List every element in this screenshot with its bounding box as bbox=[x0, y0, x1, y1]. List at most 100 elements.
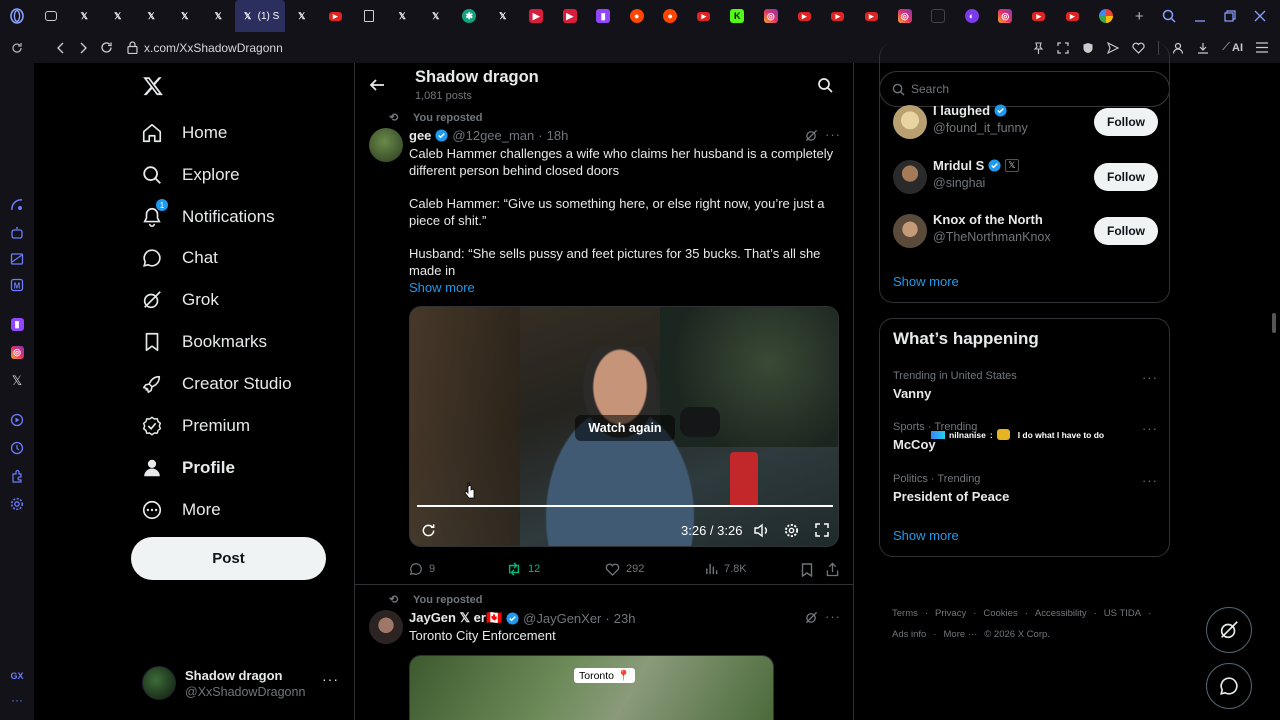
chat-fab-button[interactable] bbox=[1206, 663, 1252, 709]
back-arrow-icon[interactable] bbox=[369, 77, 385, 93]
user-handle[interactable]: @found_it_funny bbox=[933, 121, 1028, 135]
follow-button[interactable]: Follow bbox=[1094, 217, 1158, 245]
video-settings-icon[interactable] bbox=[784, 523, 799, 538]
volume-icon[interactable] bbox=[754, 523, 770, 538]
trend-item[interactable]: Trending in United States Vanny ··· bbox=[893, 370, 1158, 410]
tweet-avatar[interactable] bbox=[369, 128, 403, 162]
player-icon[interactable] bbox=[10, 413, 24, 427]
trend-item[interactable]: Politics · Trending President of Peace ·… bbox=[893, 473, 1158, 513]
tab-kick[interactable]: K bbox=[721, 0, 755, 32]
trend-more-icon[interactable]: ··· bbox=[1142, 370, 1158, 385]
nav-premium[interactable]: Premium bbox=[140, 405, 250, 447]
nav-home[interactable]: Home bbox=[140, 112, 227, 154]
tab-youtube[interactable]: ▸ bbox=[1022, 0, 1056, 32]
nav-explore[interactable]: Explore bbox=[140, 154, 240, 196]
back-icon[interactable] bbox=[56, 42, 66, 54]
grok-fab-button[interactable] bbox=[1206, 607, 1252, 653]
show-more-link[interactable]: Show more bbox=[409, 280, 839, 297]
follow-suggestion[interactable]: I laughed @found_it_funny Follow bbox=[893, 103, 1158, 143]
page-scrollbar-thumb[interactable] bbox=[1272, 313, 1276, 333]
twitch-sidebar-icon[interactable]: ▮ bbox=[10, 318, 24, 331]
tab-instagram[interactable]: ◎ bbox=[989, 0, 1023, 32]
nav-more[interactable]: More bbox=[140, 489, 221, 531]
reply-action[interactable]: 9 bbox=[409, 562, 435, 576]
author-handle[interactable]: @JayGenXer bbox=[523, 611, 601, 626]
wallpaper-icon[interactable] bbox=[10, 252, 24, 266]
tab-play[interactable]: ▶ bbox=[520, 0, 554, 32]
bookmark-action-icon[interactable] bbox=[801, 563, 813, 577]
tab-x[interactable]: 𝕏 bbox=[419, 0, 453, 32]
tab-x[interactable]: 𝕏 bbox=[168, 0, 202, 32]
tab-app[interactable]: ◐ bbox=[955, 0, 989, 32]
nav-chat[interactable]: Chat bbox=[140, 237, 218, 279]
account-switcher[interactable]: Shadow dragon @XxShadowDragonn ··· bbox=[142, 663, 342, 703]
menu-icon[interactable] bbox=[1256, 42, 1268, 53]
grok-tweet-icon[interactable] bbox=[805, 129, 818, 142]
tweet[interactable]: ⟲ You reposted JayGen 𝕏 er🇨🇦 @JayGenXer … bbox=[355, 585, 853, 720]
more-sidebar-icon[interactable]: ··· bbox=[11, 693, 23, 707]
user-handle[interactable]: @singhai bbox=[933, 176, 985, 190]
user-name[interactable]: I laughed bbox=[933, 103, 990, 118]
tab-x[interactable]: 𝕏 bbox=[285, 0, 319, 32]
forward-icon[interactable] bbox=[78, 42, 88, 54]
tab-youtube[interactable]: ▸ bbox=[788, 0, 822, 32]
trend-item[interactable]: Sports · Trending McCoy ··· bbox=[893, 421, 1158, 461]
restore-icon[interactable] bbox=[1224, 10, 1236, 22]
download-icon[interactable] bbox=[1197, 42, 1209, 54]
tab-x[interactable]: 𝕏 bbox=[486, 0, 520, 32]
trend-more-icon[interactable]: ··· bbox=[1142, 473, 1158, 488]
tab-active[interactable]: 𝕏 (1) S bbox=[235, 0, 285, 32]
user-avatar[interactable] bbox=[893, 214, 927, 248]
follow-button[interactable]: Follow bbox=[1094, 163, 1158, 191]
settings-sidebar-icon[interactable] bbox=[10, 497, 24, 511]
show-more-follow-link[interactable]: Show more bbox=[893, 274, 959, 289]
tab-instagram[interactable]: ◎ bbox=[888, 0, 922, 32]
account-more-icon[interactable]: ··· bbox=[322, 671, 339, 687]
like-action[interactable]: 292 bbox=[605, 562, 644, 576]
follow-suggestion[interactable]: Knox of the North @TheNorthmanKnox Follo… bbox=[893, 212, 1158, 252]
search-tabs-icon[interactable] bbox=[1162, 9, 1176, 23]
show-more-trends-link[interactable]: Show more bbox=[893, 528, 959, 543]
footer-more[interactable]: More ··· bbox=[944, 629, 978, 640]
tab-youtube[interactable]: ▸ bbox=[1056, 0, 1090, 32]
tweet-time[interactable]: 23h bbox=[614, 611, 636, 626]
bot-icon[interactable] bbox=[10, 226, 24, 240]
nav-grok[interactable]: Grok bbox=[140, 279, 219, 321]
reload-icon[interactable] bbox=[100, 41, 113, 54]
extensions-icon[interactable] bbox=[10, 469, 24, 483]
grok-tweet-icon[interactable] bbox=[805, 611, 818, 624]
views-action[interactable]: 7.8K bbox=[705, 562, 747, 575]
tab-media[interactable] bbox=[34, 0, 68, 32]
footer-privacy[interactable]: Privacy bbox=[935, 608, 966, 619]
tab-youtube[interactable]: ▸ bbox=[319, 0, 353, 32]
user-avatar[interactable] bbox=[893, 160, 927, 194]
nav-profile[interactable]: Profile bbox=[140, 447, 235, 489]
tab-reddit[interactable]: ● bbox=[620, 0, 654, 32]
replay-icon[interactable] bbox=[421, 523, 436, 538]
follow-suggestion[interactable]: Mridul S 𝕏 @singhai Follow bbox=[893, 158, 1158, 198]
author-handle[interactable]: @12gee_man bbox=[452, 128, 534, 143]
nav-creator-studio[interactable]: Creator Studio bbox=[140, 363, 292, 405]
gx-corner-icon[interactable] bbox=[10, 198, 24, 212]
tab-google[interactable] bbox=[1089, 0, 1123, 32]
repost-action[interactable]: 12 bbox=[506, 562, 540, 576]
tab-youtube[interactable]: ▸ bbox=[855, 0, 889, 32]
mod-icon[interactable]: M bbox=[10, 278, 24, 292]
tab-x[interactable]: 𝕏 bbox=[386, 0, 420, 32]
tab-twitch[interactable]: ▮ bbox=[587, 0, 621, 32]
nav-bookmarks[interactable]: Bookmarks bbox=[140, 321, 267, 363]
nav-notifications[interactable]: 1 Notifications bbox=[140, 196, 275, 238]
follow-button[interactable]: Follow bbox=[1094, 108, 1158, 136]
tweet-time[interactable]: 18h bbox=[547, 128, 569, 143]
user-avatar[interactable] bbox=[893, 105, 927, 139]
tweet-map-media[interactable]: Toronto 📍 bbox=[409, 655, 774, 720]
tab-reddit[interactable]: ● bbox=[654, 0, 688, 32]
video-progress-track[interactable] bbox=[417, 505, 833, 507]
user-name[interactable]: Mridul S bbox=[933, 158, 984, 173]
opera-gx-logo-icon[interactable] bbox=[0, 0, 34, 32]
tweet-avatar[interactable] bbox=[369, 610, 403, 644]
footer-ustida[interactable]: US TIDA bbox=[1104, 608, 1141, 619]
new-tab-button[interactable]: + bbox=[1123, 0, 1157, 32]
footer-cookies[interactable]: Cookies bbox=[983, 608, 1017, 619]
author-name[interactable]: JayGen 𝕏 er🇨🇦 bbox=[409, 610, 502, 626]
